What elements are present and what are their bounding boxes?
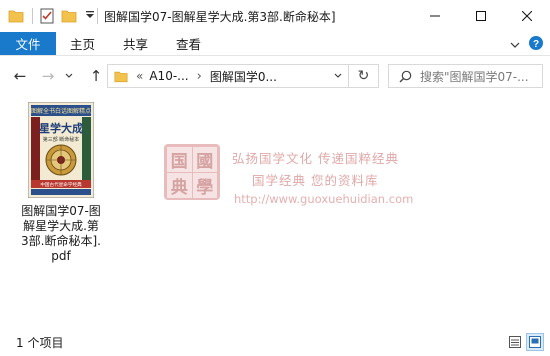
address-bar[interactable]: « A10-... › 图解国学0... <box>107 64 349 88</box>
address-history-dropdown[interactable] <box>334 73 342 79</box>
status-bar: 1 个项目 <box>0 328 550 356</box>
quick-access-toolbar <box>0 0 95 32</box>
ribbon-right-controls: ? <box>510 32 544 56</box>
search-placeholder: 搜索"图解国学07-... <box>420 69 529 84</box>
seal-char: 国 <box>167 147 192 172</box>
watermark-seal: 国 國 典 學 <box>164 144 220 200</box>
seal-char: 國 <box>192 147 217 172</box>
new-folder-icon[interactable] <box>61 8 77 24</box>
address-overflow[interactable]: « <box>136 69 143 83</box>
tab-share[interactable]: 共享 <box>109 32 162 55</box>
seal-char: 學 <box>192 173 217 198</box>
minimize-button[interactable] <box>412 0 458 32</box>
view-switcher <box>506 333 544 351</box>
cover-title: 星学大成 <box>39 121 83 135</box>
tab-home[interactable]: 主页 <box>56 32 109 55</box>
details-view-button[interactable] <box>506 333 524 351</box>
cover-top-banner: 图解全书白话图解精点 <box>31 107 91 115</box>
search-box[interactable]: 搜索"图解国学07-... <box>388 64 543 88</box>
item-count: 1 个项目 <box>16 335 64 350</box>
back-button[interactable]: ← <box>10 66 30 86</box>
title-bar: 图解国学07-图解星学大成.第3部.断命秘本] <box>0 0 550 32</box>
expand-ribbon-icon[interactable] <box>510 37 520 51</box>
file-item[interactable]: 图解全书白话图解精点 星学大成 第三部 断命秘本 中国古代星命学经典 图解国学0… <box>20 102 102 264</box>
search-icon <box>399 70 412 83</box>
up-button[interactable]: ↑ <box>86 66 106 86</box>
title-divider <box>97 8 98 24</box>
breadcrumb-separator[interactable]: › <box>197 69 202 84</box>
large-icons-view-button[interactable] <box>526 333 544 351</box>
toolbar-divider <box>32 8 33 24</box>
pdf-thumbnail: 图解全书白话图解精点 星学大成 第三部 断命秘本 中国古代星命学经典 <box>28 102 94 198</box>
cover-bottom-banner: 中国古代星命学经典 <box>40 181 82 188</box>
window-title: 图解国学07-图解星学大成.第3部.断命秘本] <box>104 9 336 24</box>
folder-icon <box>114 70 128 83</box>
watermark-tagline: 国学经典 您的资料库 <box>252 173 379 188</box>
svg-text:?: ? <box>533 39 539 50</box>
file-list-area[interactable]: 图解全书白话图解精点 星学大成 第三部 断命秘本 中国古代星命学经典 图解国学0… <box>0 96 550 328</box>
refresh-button[interactable]: ↻ <box>349 64 379 88</box>
breadcrumb-segment[interactable]: A10-... <box>149 69 188 83</box>
close-button[interactable] <box>504 0 550 32</box>
watermark-url: http://www.guoxuehuidian.com <box>234 192 414 206</box>
properties-icon[interactable] <box>39 8 55 24</box>
file-name[interactable]: 图解国学07-图解星学大成.第3部.断命秘本].pdf <box>20 204 102 264</box>
tab-file[interactable]: 文件 <box>0 32 56 55</box>
seal-char: 典 <box>167 173 192 198</box>
breadcrumb-segment[interactable]: 图解国学0... <box>210 68 277 85</box>
cover-subtitle: 第三部 断命秘本 <box>43 136 80 143</box>
window-controls <box>412 0 550 32</box>
forward-button[interactable]: → <box>38 66 58 86</box>
address-row: ← → ↑ « A10-... › 图解国学0... ↻ 搜索"图解国学07-.… <box>0 56 550 96</box>
maximize-button[interactable] <box>458 0 504 32</box>
ribbon-tabs: 文件 主页 共享 查看 ? <box>0 32 550 56</box>
help-icon[interactable]: ? <box>528 35 544 54</box>
recent-locations-dropdown[interactable] <box>62 66 76 86</box>
folder-icon[interactable] <box>8 8 24 24</box>
customize-toolbar-dropdown[interactable] <box>85 10 95 22</box>
watermark: 国 國 典 學 弘扬国学文化 传递国粹经典 国学经典 您的资料库 http://… <box>164 144 413 210</box>
watermark-slogan: 弘扬国学文化 传递国粹经典 <box>232 151 399 166</box>
tab-view[interactable]: 查看 <box>162 32 215 55</box>
